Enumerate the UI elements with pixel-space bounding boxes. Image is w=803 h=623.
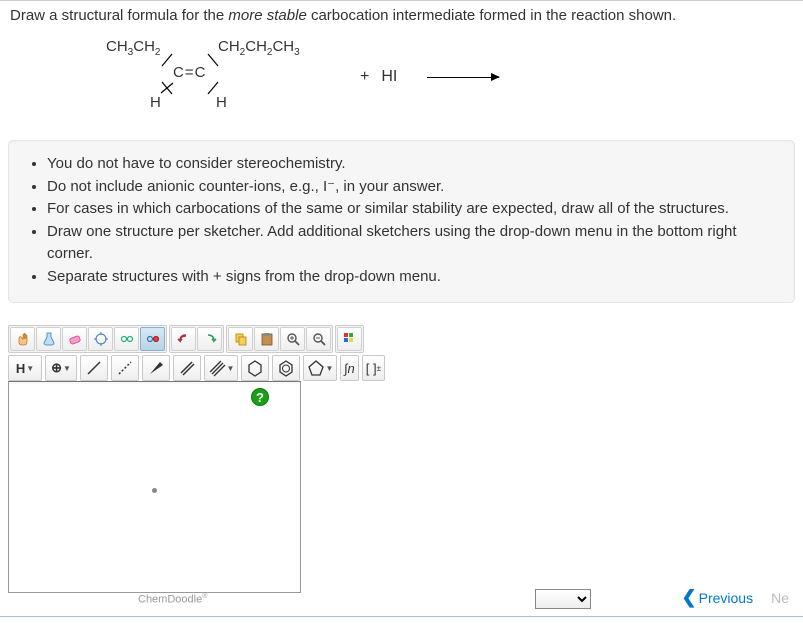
benzene-icon[interactable]	[272, 355, 300, 381]
eraser-icon[interactable]	[62, 327, 87, 351]
double-bond: C=C	[173, 64, 206, 81]
hint-item: You do not have to consider stereochemis…	[47, 153, 778, 176]
undo-icon[interactable]	[171, 327, 196, 351]
reaction-scheme: CH3CH2 CH2CH2CH3 C=C H H + HI	[8, 38, 795, 116]
hint-item: Draw one structure per sketcher. Add add…	[47, 221, 778, 266]
hint-item: Do not include anionic counter-ions, e.g…	[47, 176, 778, 199]
copy-icon[interactable]	[228, 327, 253, 351]
substituent-top-left: CH3CH2	[106, 38, 160, 58]
chain-tool[interactable]: ∫n	[340, 355, 359, 381]
single-bond-icon[interactable]	[80, 355, 108, 381]
reagent: HI	[381, 68, 397, 86]
hint-item: Separate structures with + signs from th…	[47, 266, 778, 289]
element-button[interactable]: H▼	[8, 355, 42, 381]
pentagon-icon[interactable]: ▼	[303, 355, 337, 381]
hint-item: For cases in which carbocations of the s…	[47, 198, 778, 221]
dashed-bond-icon[interactable]	[111, 355, 139, 381]
triple-bond-icon[interactable]: ▼	[204, 355, 238, 381]
add-sketcher-dropdown[interactable]	[535, 589, 591, 609]
zoom-in-icon[interactable]	[280, 327, 305, 351]
zoom-out-icon[interactable]	[306, 327, 331, 351]
clean-icon[interactable]	[114, 327, 139, 351]
redo-icon[interactable]	[197, 327, 222, 351]
plus-sign: +	[360, 68, 369, 86]
toolbar-row-1	[8, 325, 478, 353]
substituent-bottom-left: H	[150, 94, 161, 111]
double-bond-icon[interactable]	[173, 355, 201, 381]
wedge-bond-icon[interactable]	[142, 355, 170, 381]
next-button[interactable]: Ne	[771, 590, 789, 606]
paste-icon[interactable]	[254, 327, 279, 351]
sketcher-widget: H▼ ⊕▼ ▼ ▼ ∫n [ ]± ? ChemDoodle®	[8, 325, 478, 609]
charge-button[interactable]: ⊕▼	[45, 355, 77, 381]
toolbar-row-2: H▼ ⊕▼ ▼ ▼ ∫n [ ]±	[8, 355, 478, 381]
color-icon[interactable]	[337, 327, 362, 351]
substituent-top-right: CH2CH2CH3	[218, 38, 300, 58]
drawing-canvas[interactable]: ?	[8, 381, 301, 593]
center-icon[interactable]	[88, 327, 113, 351]
alkene-structure: CH3CH2 CH2CH2CH3 C=C H H	[88, 38, 348, 116]
flask-icon[interactable]	[36, 327, 61, 351]
previous-button[interactable]: ❮Previous	[682, 587, 754, 608]
chemdoodle-label: ChemDoodle®	[138, 593, 207, 606]
instructions-box: You do not have to consider stereochemis…	[8, 140, 795, 303]
bracket-tool[interactable]: [ ]±	[362, 355, 385, 381]
substituent-bottom-right: H	[216, 94, 227, 111]
hexagon-icon[interactable]	[241, 355, 269, 381]
help-button[interactable]: ?	[251, 388, 269, 406]
settings-icon[interactable]	[140, 327, 165, 351]
hand-tool-icon[interactable]	[10, 327, 35, 351]
question-text: Draw a structural formula for the more s…	[8, 7, 795, 24]
reaction-arrow	[427, 77, 499, 78]
canvas-center-dot	[152, 488, 157, 493]
